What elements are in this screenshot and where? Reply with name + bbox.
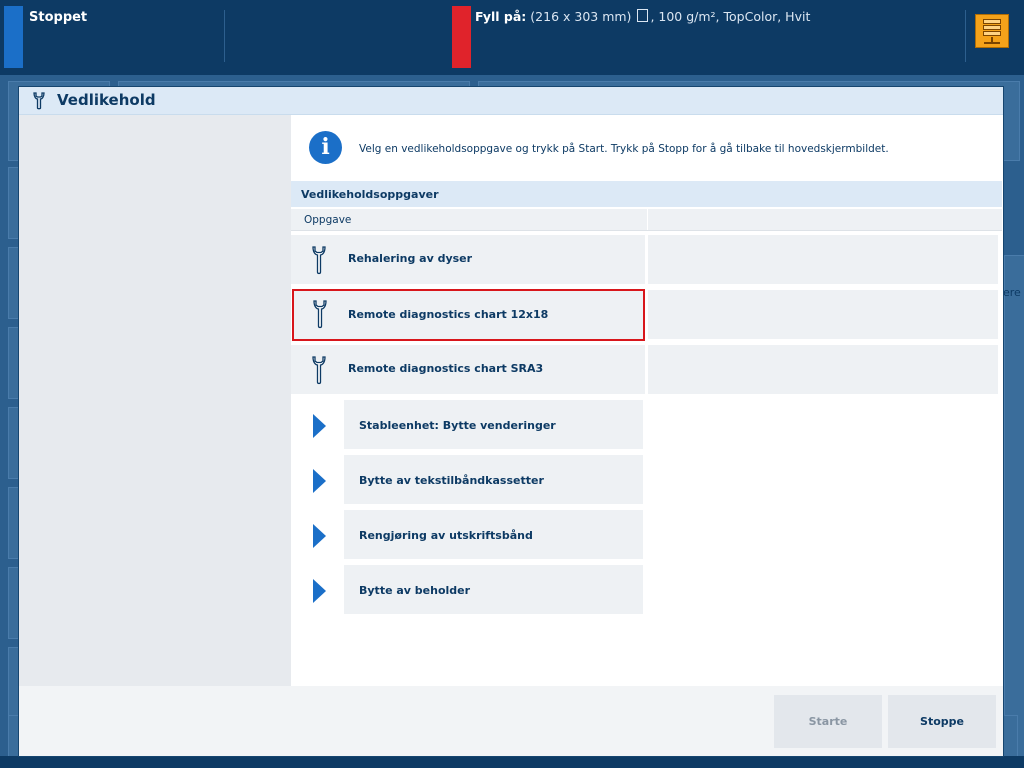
bottom-strip bbox=[0, 756, 1024, 768]
paper-size: (216 x 303 mm) bbox=[530, 9, 632, 24]
task-group[interactable]: Bytte av tekstilbåndkassetter bbox=[291, 455, 645, 504]
divider bbox=[647, 209, 648, 230]
group-label: Bytte av beholder bbox=[359, 584, 471, 597]
wrench-icon bbox=[309, 245, 329, 279]
divider bbox=[224, 10, 225, 62]
task-row-selected[interactable]: Remote diagnostics chart 12x18 bbox=[292, 289, 645, 341]
info-message: Velg en vedlikeholdsoppgave og trykk på … bbox=[359, 143, 889, 155]
divider bbox=[965, 10, 966, 62]
maintenance-dialog: Vedlikehold i Velg en vedlikeholdsoppgav… bbox=[19, 87, 1003, 756]
group-label: Bytte av tekstilbåndkassetter bbox=[359, 474, 544, 487]
dialog-title: Vedlikehold bbox=[57, 91, 156, 109]
group-label: Rengjøring av utskriftsbånd bbox=[359, 529, 533, 542]
printer-status: Stoppet bbox=[29, 10, 88, 25]
group-button[interactable]: Bytte av tekstilbåndkassetter bbox=[344, 455, 643, 504]
group-button[interactable]: Rengjøring av utskriftsbånd bbox=[344, 510, 643, 559]
section-title: Vedlikeholdsoppgaver bbox=[301, 188, 439, 201]
wrench-icon bbox=[309, 355, 329, 389]
document-icon bbox=[637, 9, 649, 22]
section-header: Vedlikeholdsoppgaver bbox=[291, 181, 1002, 207]
group-button[interactable]: Stableenhet: Bytte venderinger bbox=[344, 400, 643, 449]
group-button[interactable]: Bytte av beholder bbox=[344, 565, 643, 614]
paper-details: , 100 g/m², TopColor, Hvit bbox=[650, 9, 811, 24]
task-detail-cell bbox=[648, 290, 998, 339]
info-icon: i bbox=[309, 131, 342, 164]
task-group[interactable]: Bytte av beholder bbox=[291, 565, 645, 614]
background-text-fragment: ere bbox=[1003, 286, 1021, 299]
column-header: Oppgave bbox=[291, 209, 1002, 231]
expand-arrow-icon bbox=[313, 414, 326, 438]
start-button[interactable]: Starte bbox=[774, 695, 882, 748]
server-stack-icon[interactable] bbox=[975, 14, 1009, 48]
task-label: Remote diagnostics chart SRA3 bbox=[348, 362, 544, 375]
content-panel: i Velg en vedlikeholdsoppgave og trykk p… bbox=[291, 115, 1003, 686]
task-group[interactable]: Stableenhet: Bytte venderinger bbox=[291, 400, 645, 449]
expand-arrow-icon bbox=[313, 579, 326, 603]
dialog-header: Vedlikehold bbox=[19, 87, 1003, 115]
task-label: Rehalering av dyser bbox=[348, 252, 473, 265]
column-label: Oppgave bbox=[304, 214, 352, 226]
task-detail-cell bbox=[648, 235, 998, 284]
task-group[interactable]: Rengjøring av utskriftsbånd bbox=[291, 510, 645, 559]
status-bar: Stoppet Fyll på: (216 x 303 mm) , 100 g/… bbox=[0, 0, 1024, 75]
dialog-footer: Starte Stoppe bbox=[19, 686, 1003, 756]
expand-arrow-icon bbox=[313, 469, 326, 493]
background-tile bbox=[1004, 255, 1024, 757]
stop-button[interactable]: Stoppe bbox=[888, 695, 996, 748]
task-row[interactable]: Rehalering av dyser bbox=[291, 235, 645, 284]
task-detail-cell bbox=[648, 345, 998, 394]
paper-request[interactable]: Fyll på: (216 x 303 mm) , 100 g/m², TopC… bbox=[475, 9, 810, 24]
fill-label: Fyll på: bbox=[475, 9, 527, 24]
left-panel bbox=[19, 115, 291, 686]
task-label: Remote diagnostics chart 12x18 bbox=[348, 308, 549, 321]
status-indicator bbox=[4, 6, 23, 68]
group-label: Stableenhet: Bytte venderinger bbox=[359, 419, 556, 432]
wrench-icon bbox=[31, 92, 47, 114]
task-row[interactable]: Remote diagnostics chart SRA3 bbox=[291, 345, 645, 394]
expand-arrow-icon bbox=[313, 524, 326, 548]
alert-indicator bbox=[452, 6, 471, 68]
wrench-icon bbox=[310, 299, 330, 333]
